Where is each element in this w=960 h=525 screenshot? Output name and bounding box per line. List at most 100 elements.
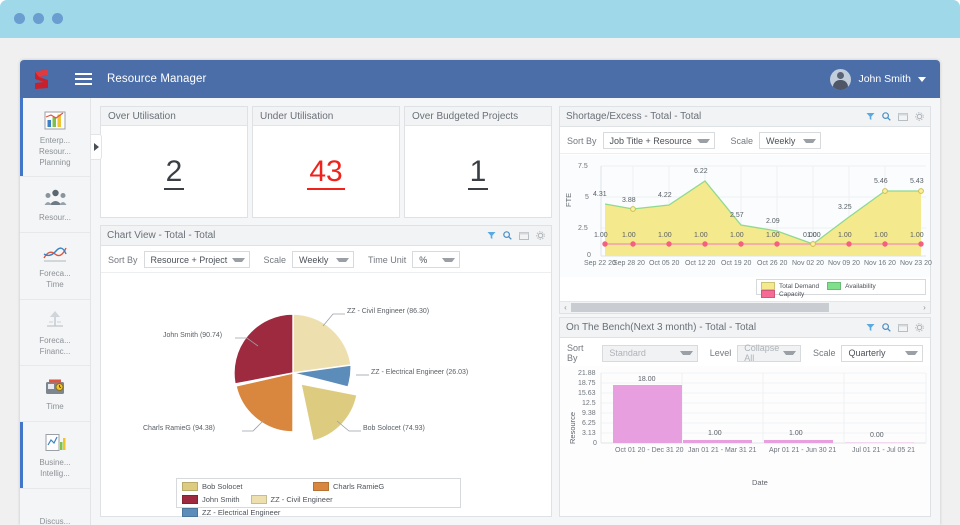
bar-jul-21 bbox=[845, 442, 914, 443]
data-label-capacity: 1.00 bbox=[730, 232, 744, 239]
search-icon[interactable] bbox=[882, 323, 891, 332]
user-menu[interactable]: John Smith bbox=[830, 68, 926, 90]
sidebar-item-discussion-board[interactable]: Discus...Board bbox=[20, 489, 90, 525]
kpi-value[interactable]: 2 bbox=[163, 155, 185, 190]
filter-icon[interactable] bbox=[866, 323, 875, 332]
data-label-total-demand: 3.25 bbox=[838, 204, 852, 211]
level-select[interactable]: Collapse All bbox=[737, 343, 801, 363]
chevron-down-icon bbox=[336, 257, 350, 262]
sidebar-item-resources[interactable]: Resour... bbox=[20, 177, 90, 234]
kpi-body: 2 bbox=[101, 126, 247, 218]
settings-gear-icon[interactable] bbox=[915, 112, 924, 121]
chart-view-panel: Chart View - Total - Total Sort By Resou… bbox=[100, 225, 552, 517]
data-label-capacity: 1.00 bbox=[807, 232, 821, 239]
maximize-window-icon[interactable] bbox=[898, 323, 908, 332]
panel-title: On The Bench(Next 3 month) - Total - Tot… bbox=[566, 322, 757, 333]
search-icon[interactable] bbox=[882, 112, 891, 121]
window-minimize-dot[interactable] bbox=[33, 13, 44, 24]
sidebar-item-enterprise-resource-planning[interactable]: Enterp... Resour... Planning bbox=[20, 98, 90, 178]
x-tick: Oct 12 20 bbox=[685, 260, 716, 267]
window-close-dot[interactable] bbox=[14, 13, 25, 24]
legend-item[interactable]: Availability bbox=[827, 282, 876, 290]
sidebar-item-business-intelligence[interactable]: Busine... Intellig... bbox=[20, 422, 90, 489]
legend-label: Capacity bbox=[779, 290, 805, 298]
sort-by-select[interactable]: Standard bbox=[602, 344, 698, 362]
dashboard-content: Over Utilisation 2 Under Utilisation 43 bbox=[91, 98, 940, 525]
sort-by-select[interactable]: Resource + Project bbox=[143, 251, 250, 268]
pie-chart-svg bbox=[233, 313, 369, 442]
kpi-title: Over Utilisation bbox=[108, 110, 176, 122]
horizontal-scrollbar[interactable]: ‹ › bbox=[560, 301, 930, 313]
sidebar-item-forecast-finance[interactable]: Foreca... Financ... bbox=[20, 300, 90, 367]
window-controls bbox=[14, 13, 63, 24]
sidebar-item-forecast-time[interactable]: Foreca... Time bbox=[20, 233, 90, 300]
legend-item[interactable]: Bob Solocet bbox=[182, 482, 302, 491]
data-label-total-demand: 6.22 bbox=[694, 168, 708, 175]
app-title: Resource Manager bbox=[107, 73, 207, 85]
kpi-title: Under Utilisation bbox=[260, 110, 334, 122]
legend-swatch bbox=[313, 482, 329, 491]
kpi-value[interactable]: 1 bbox=[467, 155, 489, 190]
pie-label-zz-electrical-engineer: ZZ - Electrical Engineer (26.03) bbox=[371, 369, 469, 376]
sort-by-select[interactable]: Job Title + Resource bbox=[602, 132, 715, 149]
sidebar-item-label: Time bbox=[46, 402, 64, 412]
kpi-card-over-utilisation: Over Utilisation 2 bbox=[100, 106, 248, 218]
legend-item[interactable]: Charls RamieG bbox=[313, 482, 423, 491]
legend-item[interactable]: John Smith bbox=[182, 495, 240, 504]
enterprise-resource-planning-icon bbox=[42, 109, 68, 131]
scale-select[interactable]: Weekly bbox=[759, 132, 822, 149]
panel-title: Shortage/Excess - Total - Total bbox=[566, 111, 702, 122]
kpi-header: Under Utilisation bbox=[253, 107, 399, 126]
scale-label: Scale bbox=[263, 254, 287, 265]
scrollbar-track[interactable] bbox=[571, 303, 919, 312]
expand-sidebar-arrow-icon[interactable] bbox=[91, 134, 102, 160]
panel-tools bbox=[487, 231, 545, 240]
filter-icon[interactable] bbox=[487, 231, 496, 240]
legend-label: ZZ - Electrical Engineer bbox=[202, 508, 281, 517]
search-icon[interactable] bbox=[503, 231, 512, 240]
maximize-window-icon[interactable] bbox=[898, 112, 908, 121]
forecast-finance-icon bbox=[42, 309, 68, 331]
data-label-capacity: 1.00 bbox=[874, 232, 888, 239]
pie-label-charls-ramieg: Charls RamieG (94.38) bbox=[143, 425, 215, 432]
kpi-value[interactable]: 43 bbox=[307, 155, 345, 190]
sidebar-item-label: Foreca... Time bbox=[39, 269, 71, 289]
scale-value: Weekly bbox=[299, 254, 329, 265]
scale-value: Quarterly bbox=[848, 348, 886, 358]
sidebar-item-time[interactable]: Time bbox=[20, 366, 90, 423]
data-label-total-demand: 5.46 bbox=[874, 178, 888, 185]
legend-item[interactable]: ZZ - Electrical Engineer bbox=[182, 508, 280, 517]
x-tick: Oct 05 20 bbox=[649, 260, 680, 267]
filter-icon[interactable] bbox=[866, 112, 875, 121]
data-label-capacity: 1.00 bbox=[838, 232, 852, 239]
x-tick: Nov 23 20 bbox=[900, 260, 932, 267]
chevron-down-icon bbox=[231, 257, 245, 262]
scroll-left-arrow-icon[interactable]: ‹ bbox=[560, 303, 571, 312]
settings-gear-icon[interactable] bbox=[536, 231, 545, 240]
scrollbar-thumb[interactable] bbox=[571, 303, 829, 312]
hamburger-icon[interactable] bbox=[68, 60, 98, 98]
maximize-window-icon[interactable] bbox=[519, 231, 529, 240]
scale-value: Weekly bbox=[766, 135, 796, 146]
chevron-down-icon bbox=[782, 351, 796, 355]
x-tick: Oct 01 20 - Dec 31 20 bbox=[615, 447, 684, 454]
x-tick: Oct 19 20 bbox=[721, 260, 752, 267]
scale-select[interactable]: Quarterly bbox=[841, 344, 924, 362]
x-tick: Nov 02 20 bbox=[792, 260, 824, 267]
time-unit-select[interactable]: % bbox=[412, 251, 461, 268]
area-chart-legend: Total Demand Availability Capacity bbox=[756, 279, 926, 298]
scroll-right-arrow-icon[interactable]: › bbox=[919, 303, 930, 312]
s-logo-icon[interactable] bbox=[20, 60, 64, 98]
data-label-bar: 0.00 bbox=[870, 432, 884, 439]
legend-item[interactable]: Total Demand bbox=[761, 282, 819, 290]
on-the-bench-bar-chart: Resource Date 21.88 18.75 15.63 12.5 9.3… bbox=[560, 366, 930, 516]
shortage-excess-area-chart: FTE 7.5 5 2.5 0 4.31 3.88 4.22 6.22 2.57… bbox=[560, 155, 932, 277]
legend-item[interactable]: ZZ - Civil Engineer bbox=[250, 495, 371, 504]
scale-select[interactable]: Weekly bbox=[292, 251, 355, 268]
kpi-header: Over Budgeted Projects bbox=[405, 107, 551, 126]
settings-gear-icon[interactable] bbox=[915, 323, 924, 332]
legend-item[interactable]: Capacity bbox=[761, 290, 804, 298]
browser-frame: Resource Manager John Smith Enterp... Re… bbox=[0, 0, 960, 525]
sidebar-item-label: Enterp... Resour... Planning bbox=[38, 136, 71, 167]
window-maximize-dot[interactable] bbox=[52, 13, 63, 24]
